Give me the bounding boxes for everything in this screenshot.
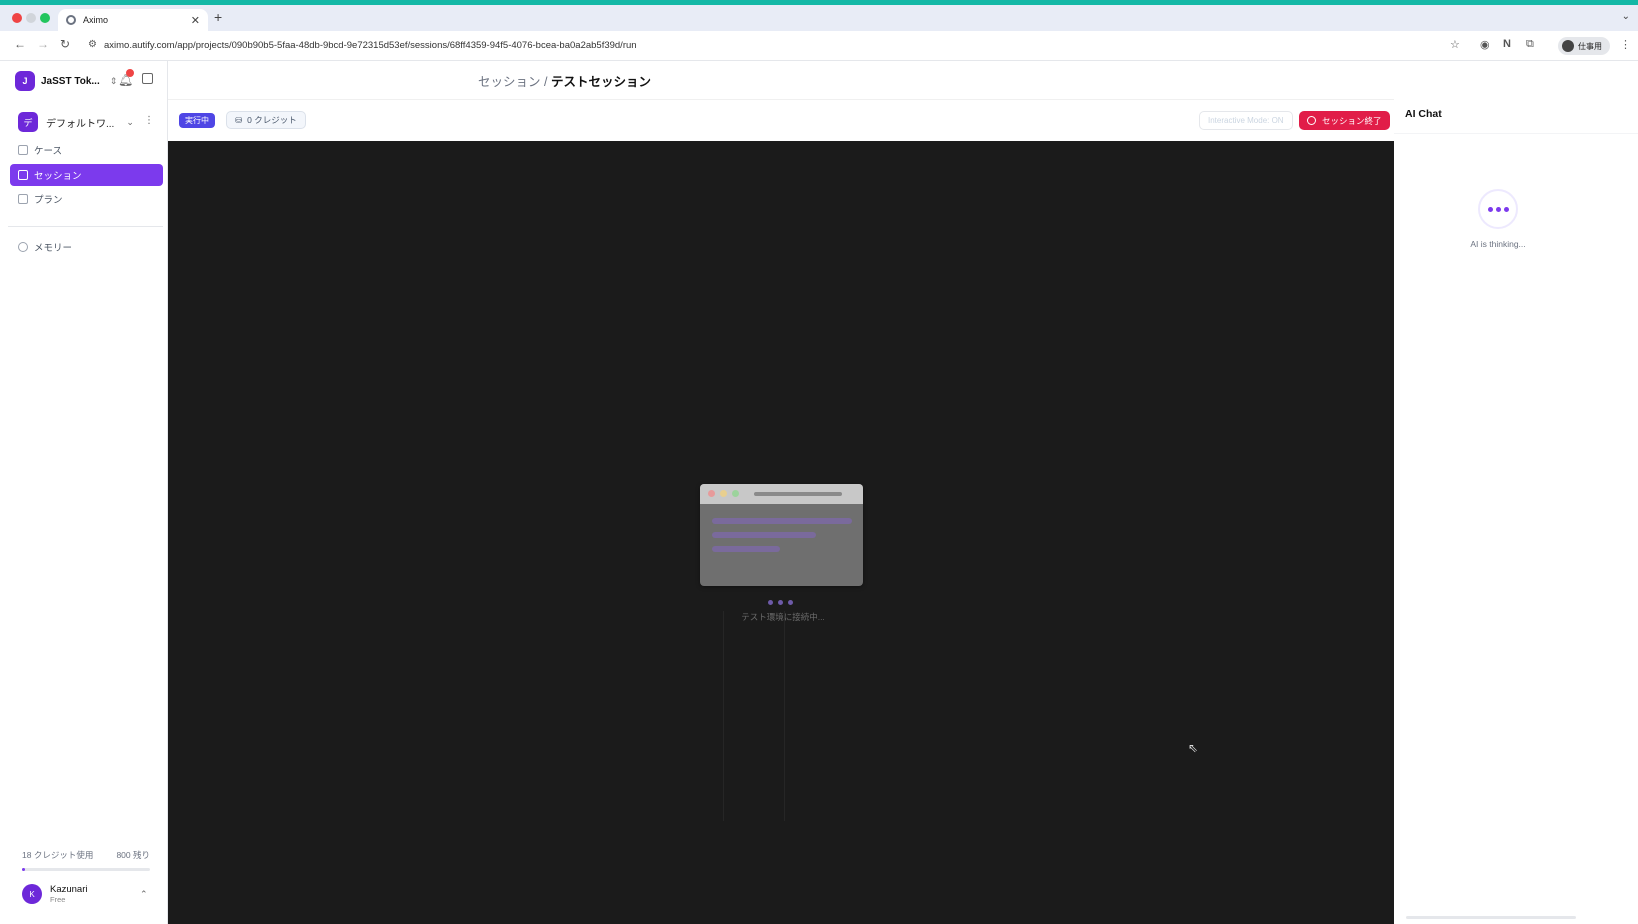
thinking-text: AI is thinking...	[1470, 239, 1526, 249]
loading-text: テスト環境に接続中...	[741, 612, 825, 622]
breadcrumb: セッション / テストセッション	[478, 71, 651, 90]
sidebar-item-sessions[interactable]: セッション	[10, 164, 163, 186]
ai-chat-panel: AI Chat AI is thinking...	[1394, 61, 1638, 924]
document-icon	[18, 170, 28, 180]
session-toolbar: 実行中 ⛁ 0 クレジット Interactive Mode: ON セッション…	[168, 99, 1394, 140]
sidebar-item-label: セッション	[34, 171, 82, 182]
illustration-titlebar	[700, 484, 863, 504]
aximo-favicon-icon	[66, 15, 76, 25]
credit-usage: 18 クレジット使用 800 残り	[22, 849, 150, 871]
interactive-mode-button[interactable]: Interactive Mode: ON	[1199, 111, 1293, 130]
folder-icon	[18, 194, 28, 204]
close-window-button[interactable]	[12, 13, 22, 23]
chat-divider	[1394, 133, 1638, 134]
switch-chevron-icon: ⇕	[109, 75, 118, 86]
tab-list-chevron-icon[interactable]: ⌄	[1622, 11, 1630, 22]
project-avatar: デ	[18, 112, 38, 132]
breadcrumb-sessions[interactable]: セッション	[478, 75, 541, 89]
avatar: K	[22, 884, 42, 904]
sidebar-item-label: メモリー	[34, 243, 73, 254]
credit-progress-fill	[22, 868, 25, 871]
page-title: テストセッション	[550, 75, 651, 89]
notification-bell-icon[interactable]: 🔔︎	[118, 69, 134, 87]
notion-extension-icon[interactable]: N	[1503, 38, 1511, 50]
viewport-guide-line	[784, 611, 785, 821]
user-menu[interactable]: K Kazunari Free	[22, 884, 88, 904]
minimize-window-button[interactable]	[26, 13, 36, 23]
site-settings-icon[interactable]: ⚙	[88, 39, 97, 50]
workspace-switcher[interactable]: J JaSST Tok... ⇕	[15, 71, 117, 91]
chat-scrollbar[interactable]	[1406, 916, 1576, 919]
new-tab-button[interactable]: +	[214, 9, 222, 25]
workspace-avatar: J	[15, 71, 35, 91]
extension-eye-icon[interactable]: ◉	[1480, 38, 1490, 51]
stop-icon	[1307, 116, 1316, 125]
profile-chip[interactable]: 仕事用	[1558, 37, 1610, 55]
breadcrumb-separator: /	[544, 75, 548, 89]
remote-browser-viewport[interactable]: テスト環境に接続中... ⇖	[168, 141, 1394, 924]
sidebar-item-memory[interactable]: メモリー	[10, 236, 163, 258]
maximize-window-button[interactable]	[40, 13, 50, 23]
extensions-puzzle-icon[interactable]: ⧉	[1526, 38, 1534, 51]
viewport-guide-line	[723, 611, 724, 821]
memory-icon	[18, 242, 28, 252]
sidebar-item-cases[interactable]: ケース	[10, 139, 163, 161]
project-more-icon[interactable]: ⋮	[144, 115, 154, 126]
url-text[interactable]: aximo.autify.com/app/projects/090b90b5-5…	[104, 40, 637, 51]
browser-menu-icon[interactable]: ⋮	[1620, 38, 1631, 51]
chevron-down-icon: ⌄	[126, 116, 134, 127]
user-plan: Free	[50, 895, 66, 904]
credits-button[interactable]: ⛁ 0 クレジット	[226, 111, 306, 129]
browser-tab-bar: Aximo ✕ + ⌄	[0, 5, 1638, 31]
tab-close-icon[interactable]: ✕	[191, 14, 200, 27]
end-session-label: セッション終了	[1322, 115, 1382, 126]
credits-remaining: 800 残り	[116, 850, 150, 860]
browser-tab[interactable]: Aximo ✕	[58, 9, 208, 31]
main-content: セッション / テストセッション 実行中 ⛁ 0 クレジット Interacti…	[168, 61, 1394, 924]
end-session-button[interactable]: セッション終了	[1299, 111, 1390, 130]
credits-used: 18 クレジット使用	[22, 850, 94, 860]
chevron-up-icon[interactable]: ⌃	[140, 889, 148, 900]
bookmark-star-icon[interactable]: ☆	[1450, 38, 1460, 51]
loading-dots	[768, 600, 793, 605]
sidebar-divider	[8, 226, 163, 227]
forward-icon[interactable]: →	[37, 37, 49, 51]
clipboard-icon	[18, 145, 28, 155]
back-icon[interactable]: ←	[14, 37, 26, 51]
sidebar-item-plans[interactable]: プラン	[10, 188, 163, 210]
sidebar: J JaSST Tok... ⇕ 🔔︎ デ デフォルトワ... ⌄ ⋮ ケース …	[0, 61, 168, 924]
notification-dot	[126, 69, 134, 77]
workspace-name: JaSST Tok...	[41, 75, 100, 87]
coins-icon: ⛁	[235, 114, 243, 125]
tab-title: Aximo	[83, 15, 109, 25]
credit-progress-bar	[22, 868, 150, 871]
project-selector[interactable]: デ デフォルトワ... ⌄ ⋮	[10, 109, 158, 135]
browser-loading-illustration	[700, 484, 863, 586]
chat-title: AI Chat	[1405, 108, 1442, 120]
browser-address-bar: ← → ↻ ⚙ aximo.autify.com/app/projects/09…	[0, 31, 1638, 61]
project-name: デフォルトワ...	[46, 118, 115, 130]
sidebar-item-label: ケース	[34, 146, 63, 157]
profile-label: 仕事用	[1578, 41, 1602, 51]
reload-icon[interactable]: ↻	[60, 37, 70, 51]
credits-button-label: 0 クレジット	[247, 115, 297, 125]
user-name: Kazunari	[50, 884, 88, 895]
thinking-indicator-icon	[1478, 189, 1518, 229]
mouse-cursor-icon: ⇖	[1188, 741, 1199, 755]
profile-avatar	[1562, 40, 1574, 52]
toggle-sidebar-icon[interactable]	[142, 73, 153, 84]
sidebar-item-label: プラン	[34, 195, 63, 206]
status-badge: 実行中	[179, 113, 215, 128]
